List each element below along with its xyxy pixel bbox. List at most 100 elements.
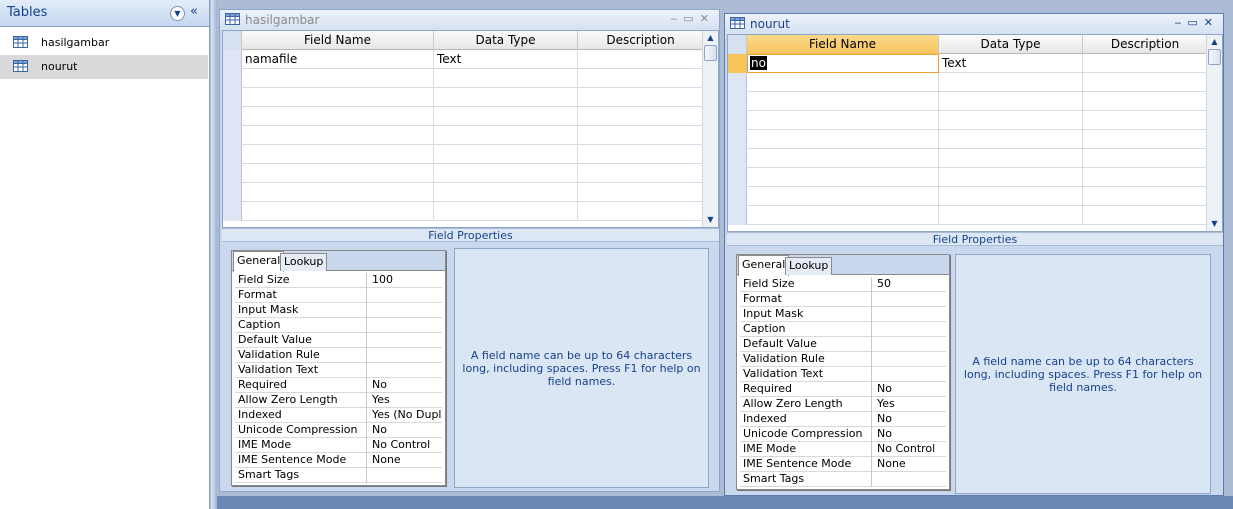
grid-corner[interactable] xyxy=(728,35,747,54)
table-row[interactable] xyxy=(728,130,1208,149)
property-row[interactable]: IME Mode No Control xyxy=(740,442,946,457)
vertical-scrollbar[interactable]: ▲ ▼ xyxy=(1206,35,1222,231)
navigation-pane-splitter[interactable] xyxy=(211,0,217,509)
nav-item-nourut[interactable]: nourut xyxy=(0,55,208,79)
property-row[interactable]: Required No xyxy=(740,382,946,397)
field-properties-label: Field Properties xyxy=(222,228,719,242)
property-row[interactable]: Unicode Compression No xyxy=(740,427,946,442)
vertical-scrollbar[interactable]: ▲ ▼ xyxy=(702,31,718,227)
table-row[interactable] xyxy=(728,149,1208,168)
table-row[interactable] xyxy=(223,126,704,145)
property-row[interactable]: IME Sentence Mode None xyxy=(235,453,442,468)
table-row[interactable] xyxy=(728,73,1208,92)
grid-corner[interactable] xyxy=(223,31,242,50)
property-row[interactable]: Field Size 50 xyxy=(740,277,946,292)
property-row[interactable]: Format xyxy=(740,292,946,307)
table-row[interactable] xyxy=(223,202,704,221)
tab-general[interactable]: General xyxy=(233,251,285,272)
property-row[interactable]: Validation Rule xyxy=(235,348,442,363)
restore-icon[interactable]: ▭ xyxy=(683,12,699,25)
table-design-window-nourut[interactable]: nourut ‒▭✕ Field Name Data Type Descript… xyxy=(724,13,1224,496)
close-icon[interactable]: ✕ xyxy=(700,12,715,25)
property-row[interactable]: Validation Text xyxy=(740,367,946,382)
property-row[interactable]: Allow Zero Length Yes xyxy=(235,393,442,408)
column-header-description[interactable]: Description xyxy=(578,31,704,50)
table-row[interactable] xyxy=(223,145,704,164)
tab-lookup[interactable]: Lookup xyxy=(280,253,328,271)
nav-item-label: nourut xyxy=(41,60,78,73)
cell-data-type[interactable]: Text xyxy=(434,50,578,69)
scroll-down-icon[interactable]: ▼ xyxy=(703,213,718,227)
property-row[interactable]: IME Sentence Mode None xyxy=(740,457,946,472)
column-header-field-name[interactable]: Field Name xyxy=(747,35,939,54)
property-row[interactable]: Validation Rule xyxy=(740,352,946,367)
column-header-description[interactable]: Description xyxy=(1083,35,1208,54)
cell-description[interactable] xyxy=(1083,54,1208,73)
cell-field-name[interactable]: no xyxy=(747,54,939,73)
tab-lookup[interactable]: Lookup xyxy=(785,257,833,275)
restore-icon[interactable]: ▭ xyxy=(1187,16,1203,29)
property-row[interactable]: Smart Tags xyxy=(740,472,946,487)
minimize-icon[interactable]: ‒ xyxy=(1174,16,1187,29)
row-selector[interactable] xyxy=(223,50,242,69)
column-header-data-type[interactable]: Data Type xyxy=(434,31,578,50)
table-row[interactable]: no Text xyxy=(728,54,1208,73)
row-selector[interactable] xyxy=(728,54,747,73)
double-chevron-left-icon[interactable]: « xyxy=(190,4,198,19)
help-text: A field name can be up to 64 characters … xyxy=(955,254,1211,494)
property-row[interactable]: Smart Tags xyxy=(235,468,442,483)
scroll-down-icon[interactable]: ▼ xyxy=(1207,217,1222,231)
property-row[interactable]: Allow Zero Length Yes xyxy=(740,397,946,412)
table-row[interactable] xyxy=(728,92,1208,111)
property-row[interactable]: Input Mask xyxy=(235,303,442,318)
table-row[interactable] xyxy=(728,111,1208,130)
table-row[interactable] xyxy=(728,187,1208,206)
property-row[interactable]: Field Size 100 xyxy=(235,273,442,288)
cell-description[interactable] xyxy=(578,50,704,69)
property-row[interactable]: Default Value xyxy=(740,337,946,352)
property-row[interactable]: Validation Text xyxy=(235,363,442,378)
property-row[interactable]: Default Value xyxy=(235,333,442,348)
nav-item-label: hasilgambar xyxy=(41,36,110,49)
table-row[interactable]: namafile Text xyxy=(223,50,704,69)
window-title-bar[interactable]: hasilgambar ‒▭✕ xyxy=(220,10,719,30)
property-row[interactable]: Input Mask xyxy=(740,307,946,322)
scroll-thumb[interactable] xyxy=(1208,49,1221,65)
property-row[interactable]: Indexed Yes (No Dupli xyxy=(235,408,442,423)
minimize-icon[interactable]: ‒ xyxy=(670,12,683,25)
chevron-down-icon[interactable]: ▼ xyxy=(170,6,185,21)
table-row[interactable] xyxy=(223,107,704,126)
property-row[interactable]: Unicode Compression No xyxy=(235,423,442,438)
table-design-window-hasilgambar[interactable]: hasilgambar ‒▭✕ Field Name Data Type Des… xyxy=(219,9,720,492)
close-icon[interactable]: ✕ xyxy=(1204,16,1219,29)
table-icon xyxy=(730,17,745,29)
property-row[interactable]: Format xyxy=(235,288,442,303)
cell-data-type[interactable]: Text xyxy=(939,54,1083,73)
property-row[interactable]: Required No xyxy=(235,378,442,393)
scroll-up-icon[interactable]: ▲ xyxy=(1207,35,1222,49)
tab-general[interactable]: General xyxy=(738,255,790,276)
table-row[interactable] xyxy=(223,164,704,183)
grid-header: Field Name Data Type Description xyxy=(223,31,704,50)
window-title-bar[interactable]: nourut ‒▭✕ xyxy=(725,14,1223,34)
column-header-data-type[interactable]: Data Type xyxy=(939,35,1083,54)
selected-text[interactable]: no xyxy=(750,56,767,70)
scroll-thumb[interactable] xyxy=(704,45,717,61)
table-row[interactable] xyxy=(223,69,704,88)
table-row[interactable] xyxy=(728,206,1208,225)
scroll-up-icon[interactable]: ▲ xyxy=(703,31,718,45)
property-row[interactable]: Indexed No xyxy=(740,412,946,427)
nav-item-hasilgambar[interactable]: hasilgambar xyxy=(0,31,208,55)
navigation-pane: Tables ▼ « hasilgambar nourut xyxy=(0,0,210,509)
table-row[interactable] xyxy=(223,183,704,202)
property-row[interactable]: IME Mode No Control xyxy=(235,438,442,453)
navigation-pane-title: Tables xyxy=(7,5,48,20)
property-row[interactable]: Caption xyxy=(235,318,442,333)
field-properties-label: Field Properties xyxy=(727,232,1223,246)
table-row[interactable] xyxy=(728,168,1208,187)
cell-field-name[interactable]: namafile xyxy=(242,50,434,69)
table-row[interactable] xyxy=(223,88,704,107)
property-row[interactable]: Caption xyxy=(740,322,946,337)
navigation-pane-header[interactable]: Tables ▼ « xyxy=(0,0,209,27)
column-header-field-name[interactable]: Field Name xyxy=(242,31,434,50)
